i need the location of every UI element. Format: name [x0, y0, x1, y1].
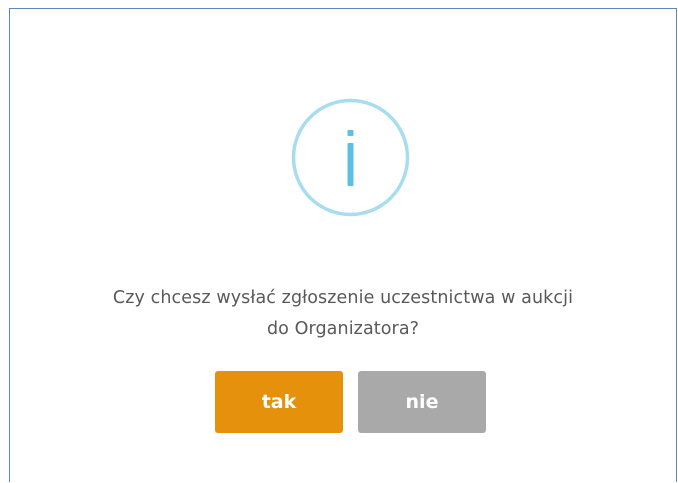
message-line-2: do Organizatora?: [266, 319, 420, 339]
info-icon: [291, 98, 410, 217]
cancel-button[interactable]: nie: [358, 371, 486, 433]
message-line-1: Czy chcesz wysłać zgłoszenie uczestnictw…: [112, 288, 574, 308]
dialog-message: Czy chcesz wysłać zgłoszenie uczestnictw…: [10, 283, 676, 345]
dialog: Czy chcesz wysłać zgłoszenie uczestnictw…: [9, 8, 677, 482]
confirm-button[interactable]: tak: [215, 371, 343, 433]
